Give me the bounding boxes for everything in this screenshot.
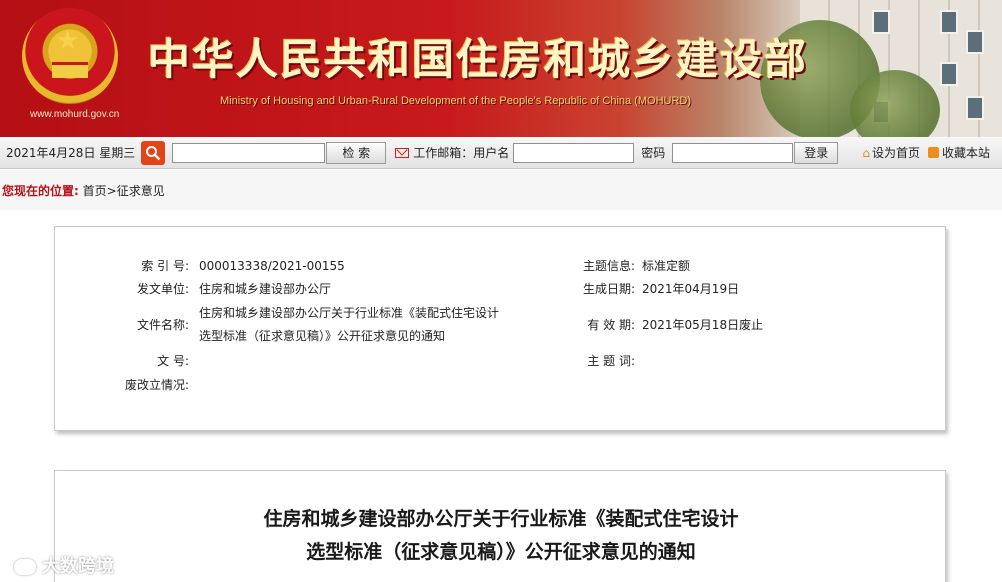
site-banner: ★ www.mohurd.gov.cn 中华人民共和国住房和城乡建设部 Mini… [0,0,1002,137]
set-home-link[interactable]: ⌂ 设为首页 [862,144,920,161]
current-date: 2021年4月28日 星期三 [6,146,136,160]
login-button[interactable]: 登录 [794,141,839,164]
document-title: 住房和城乡建设部办公厅关于行业标准《装配式住宅设计 选型标准（征求意见稿）》公开… [55,503,947,569]
document-title-line-1: 住房和城乡建设部办公厅关于行业标准《装配式住宅设计 [263,508,739,530]
filename-label: 文件名称: [136,318,189,332]
building-window [872,10,890,34]
site-url: www.mohurd.gov.cn [30,109,120,120]
issuer-value: 住房和城乡建设部办公厅 [199,282,332,296]
created-date-label: 生成日期: [582,282,635,296]
issuer-label: 发文单位: [136,282,189,296]
topic-value: 标准定额 [642,259,691,273]
search-input[interactable] [172,142,326,163]
topic-label: 主题信息: [582,259,635,273]
validity-value: 2021年05月18日废止 [642,318,764,332]
site-title: 中华人民共和国住房和城乡建设部 [148,35,809,84]
index-value: 000013338/2021-00155 [199,259,345,273]
document-content-panel: 住房和城乡建设部办公厅关于行业标准《装配式住宅设计 选型标准（征求意见稿）》公开… [54,470,946,582]
index-label: 索 引 号: [141,259,189,273]
set-home-label: 设为首页 [871,146,920,160]
search-icon[interactable] [141,140,166,165]
keywords-label: 主 题 词: [587,354,635,368]
docno-label: 文 号: [157,354,189,368]
search-button[interactable]: 检 索 [326,141,387,164]
mail-label: 工作邮箱： [413,146,474,160]
filename-line-1: 住房和城乡建设部办公厅关于行业标准《装配式住宅设计 [199,306,500,320]
building-window [940,62,958,86]
breadcrumb-label: 您现在的位置: [2,184,79,198]
bookmark-label: 收藏本站 [941,146,990,160]
watermark-text: 大数跨境 [42,556,114,577]
username-label: 用户名 [473,146,510,160]
building-window [940,10,958,34]
document-title-line-2: 选型标准（征求意见稿）》公开征求意见的通知 [306,541,696,563]
bookmark-link[interactable]: 收藏本站 [927,144,990,161]
breadcrumb: 您现在的位置: 首页>征求意见 [0,170,1002,210]
rss-icon [927,147,939,158]
mail-icon [395,147,410,158]
watermark-logo-icon [14,559,36,575]
breadcrumb-separator: > [106,184,117,198]
building-window [966,30,984,54]
status-label: 废改立情况: [124,378,189,392]
national-emblem-icon[interactable]: ★ [22,8,118,104]
breadcrumb-current-link[interactable]: 征求意见 [117,184,165,198]
breadcrumb-home-link[interactable]: 首页 [83,184,107,198]
watermark: 大数跨境 [14,552,114,578]
document-metadata-panel: 索 引 号: 000013338/2021-00155 发文单位: 住房和城乡建… [54,226,946,431]
password-label: 密码 [641,146,666,160]
password-input[interactable] [672,142,794,163]
created-date-value: 2021年04月19日 [642,282,740,296]
username-input[interactable] [513,142,635,163]
building-window [966,96,984,120]
top-toolbar: 2021年4月28日 星期三 检 索 工作邮箱： 用户名 密码 登录 ⌂ 设为首页… [0,137,1002,169]
validity-label: 有 效 期: [587,318,635,332]
site-subtitle-en: Ministry of Housing and Urban-Rural Deve… [220,95,692,107]
filename-line-2: 选型标准（征求意见稿）》公开征求意见的通知 [199,329,446,343]
home-icon: ⌂ [862,146,870,160]
